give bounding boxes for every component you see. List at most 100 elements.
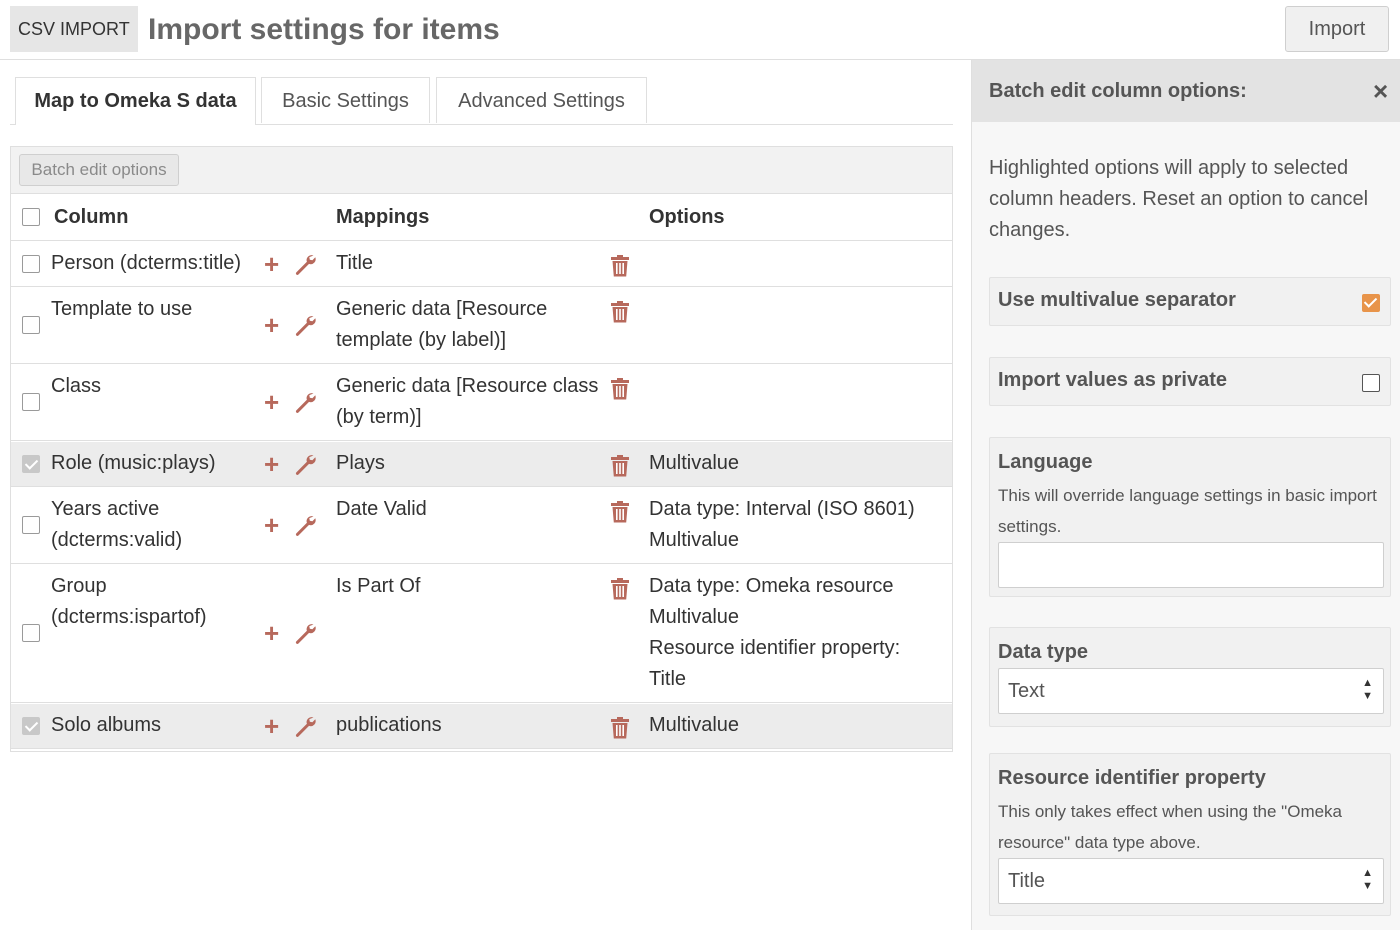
column-name: Group (dcterms:ispartof): [51, 571, 261, 633]
table-row[interactable]: Person (dcterms:title) Title +: [11, 242, 952, 287]
row-checkbox[interactable]: [22, 393, 40, 411]
mapping-value-line: publications: [336, 714, 442, 736]
trash-icon[interactable]: [610, 578, 630, 600]
column-name: Person (dcterms:title): [51, 248, 261, 279]
column-name-line: Group: [51, 575, 107, 597]
plus-icon[interactable]: +: [264, 451, 279, 477]
options-value-line: Multivalue: [649, 714, 740, 736]
plus-icon[interactable]: +: [264, 251, 279, 277]
mapping-value-line: template (by label)]: [336, 329, 507, 351]
multivalue-option[interactable]: Use multivalue separator: [989, 277, 1391, 326]
language-input[interactable]: [998, 542, 1384, 588]
trash-icon[interactable]: [610, 255, 630, 277]
sidebar-intro: Highlighted options will apply to select…: [989, 157, 1369, 241]
column-name-line: Person (dcterms:title): [51, 252, 242, 274]
plus-icon[interactable]: +: [264, 312, 279, 338]
table-header: Column Mappings Options: [11, 194, 952, 241]
mapping-value-line: Generic data [Resource: [336, 298, 548, 320]
row-checkbox[interactable]: [22, 454, 40, 473]
column-name: Template to use: [51, 294, 261, 325]
mapping-value-line: Plays: [336, 452, 385, 474]
options-value-line: Resource identifier property:: [649, 637, 901, 659]
tab-map-to-omeka[interactable]: Map to Omeka S data: [15, 77, 256, 125]
wrench-icon[interactable]: [293, 390, 317, 414]
select-arrows-icon: ▲ ▼: [1362, 867, 1373, 892]
batch-edit-sidebar: Batch edit column options: × Highlighted…: [971, 60, 1400, 930]
sidebar-header: Batch edit column options: ×: [972, 60, 1400, 122]
section-tabs: Map to Omeka S data Basic Settings Advan…: [10, 77, 953, 125]
mapping-value: Title: [336, 248, 606, 279]
row-checkbox[interactable]: [22, 516, 40, 534]
wrench-icon[interactable]: [293, 621, 317, 645]
row-checkbox[interactable]: [22, 254, 40, 273]
wrench-icon[interactable]: [293, 313, 317, 337]
page-title: Import settings for items: [148, 13, 500, 46]
mapping-value: Generic data [Resource class (by term)]: [336, 371, 606, 433]
select-arrows-icon: ▲ ▼: [1362, 677, 1373, 702]
import-button[interactable]: Import: [1285, 6, 1389, 52]
resource-identifier-select[interactable]: Title ▲ ▼: [998, 858, 1384, 904]
resource-identifier-value: Title: [1008, 870, 1046, 892]
column-name-line: Years active: [51, 498, 160, 520]
options-value-line: Multivalue: [649, 529, 740, 551]
options-value: Multivalue: [649, 710, 949, 741]
mapping-value-line: Date Valid: [336, 498, 427, 520]
trash-icon[interactable]: [610, 301, 630, 323]
column-header: Column: [54, 206, 129, 228]
table-row[interactable]: Years active (dcterms:valid) Date Valid Dat…: [11, 488, 952, 564]
table-row[interactable]: Template to use Generic data [Resource tem…: [11, 288, 952, 364]
wrench-icon[interactable]: [293, 252, 317, 276]
row-checkbox[interactable]: [22, 316, 40, 334]
row-checkbox[interactable]: [22, 624, 40, 642]
column-name-line: (dcterms:ispartof): [51, 606, 207, 628]
column-name-line: Solo albums: [51, 714, 162, 736]
mapping-value-line: (by term)]: [336, 406, 422, 428]
row-checkbox[interactable]: [22, 716, 40, 735]
mapping-value-line: Title: [336, 252, 374, 274]
mapping-table: Batch edit options Column Mappings Optio…: [10, 146, 953, 752]
plus-icon[interactable]: +: [264, 512, 279, 538]
select-all-checkbox[interactable]: [22, 208, 40, 226]
close-icon[interactable]: ×: [1373, 76, 1388, 106]
trash-icon[interactable]: [610, 717, 630, 739]
plus-icon[interactable]: +: [264, 389, 279, 415]
wrench-icon[interactable]: [293, 513, 317, 537]
data-type-select[interactable]: Text ▲ ▼: [998, 668, 1384, 714]
options-value-line: Multivalue: [649, 606, 740, 628]
table-row[interactable]: Class Generic data [Resource class (by ter…: [11, 365, 952, 441]
private-checkbox[interactable]: [1362, 374, 1380, 392]
data-type-value: Text: [1008, 680, 1045, 702]
options-value-line: Multivalue: [649, 452, 740, 474]
options-value: Data type: Interval (ISO 8601) Multivalue: [649, 494, 949, 556]
trash-icon[interactable]: [610, 501, 630, 523]
batch-toolbar: Batch edit options: [11, 147, 952, 194]
plus-icon[interactable]: +: [264, 713, 279, 739]
multivalue-checkbox[interactable]: [1362, 294, 1380, 312]
options-value-line: Data type: Omeka resource: [649, 575, 894, 597]
mapping-value: Generic data [Resource template (by label…: [336, 294, 606, 356]
language-option: Language This will override language set…: [989, 437, 1391, 597]
batch-edit-options-button[interactable]: Batch edit options: [19, 154, 179, 186]
tab-basic-settings[interactable]: Basic Settings: [261, 77, 430, 123]
module-label: CSV IMPORT: [10, 6, 138, 52]
table-row[interactable]: Solo albums publications Multivalue +: [11, 704, 952, 749]
options-value: Multivalue: [649, 448, 949, 479]
column-name: Class: [51, 371, 261, 402]
wrench-icon[interactable]: [293, 452, 317, 476]
mapping-value: Date Valid: [336, 494, 606, 525]
table-row[interactable]: Role (music:plays) Plays Multivalue +: [11, 442, 952, 487]
trash-icon[interactable]: [610, 378, 630, 400]
plus-icon[interactable]: +: [264, 620, 279, 646]
private-option[interactable]: Import values as private: [989, 357, 1391, 406]
resource-identifier-label: Resource identifier property: [998, 767, 1266, 789]
language-help: This will override language settings in …: [998, 486, 1377, 536]
table-row[interactable]: Group (dcterms:ispartof) Is Part Of Data ty…: [11, 565, 952, 703]
wrench-icon[interactable]: [293, 714, 317, 738]
language-label: Language: [998, 451, 1093, 473]
data-type-option: Data type Text ▲ ▼: [989, 627, 1391, 727]
trash-icon[interactable]: [610, 455, 630, 477]
mappings-header: Mappings: [336, 206, 430, 228]
tab-advanced-settings[interactable]: Advanced Settings: [436, 77, 647, 123]
column-name-line: Class: [51, 375, 102, 397]
mapping-value: Is Part Of: [336, 571, 606, 602]
